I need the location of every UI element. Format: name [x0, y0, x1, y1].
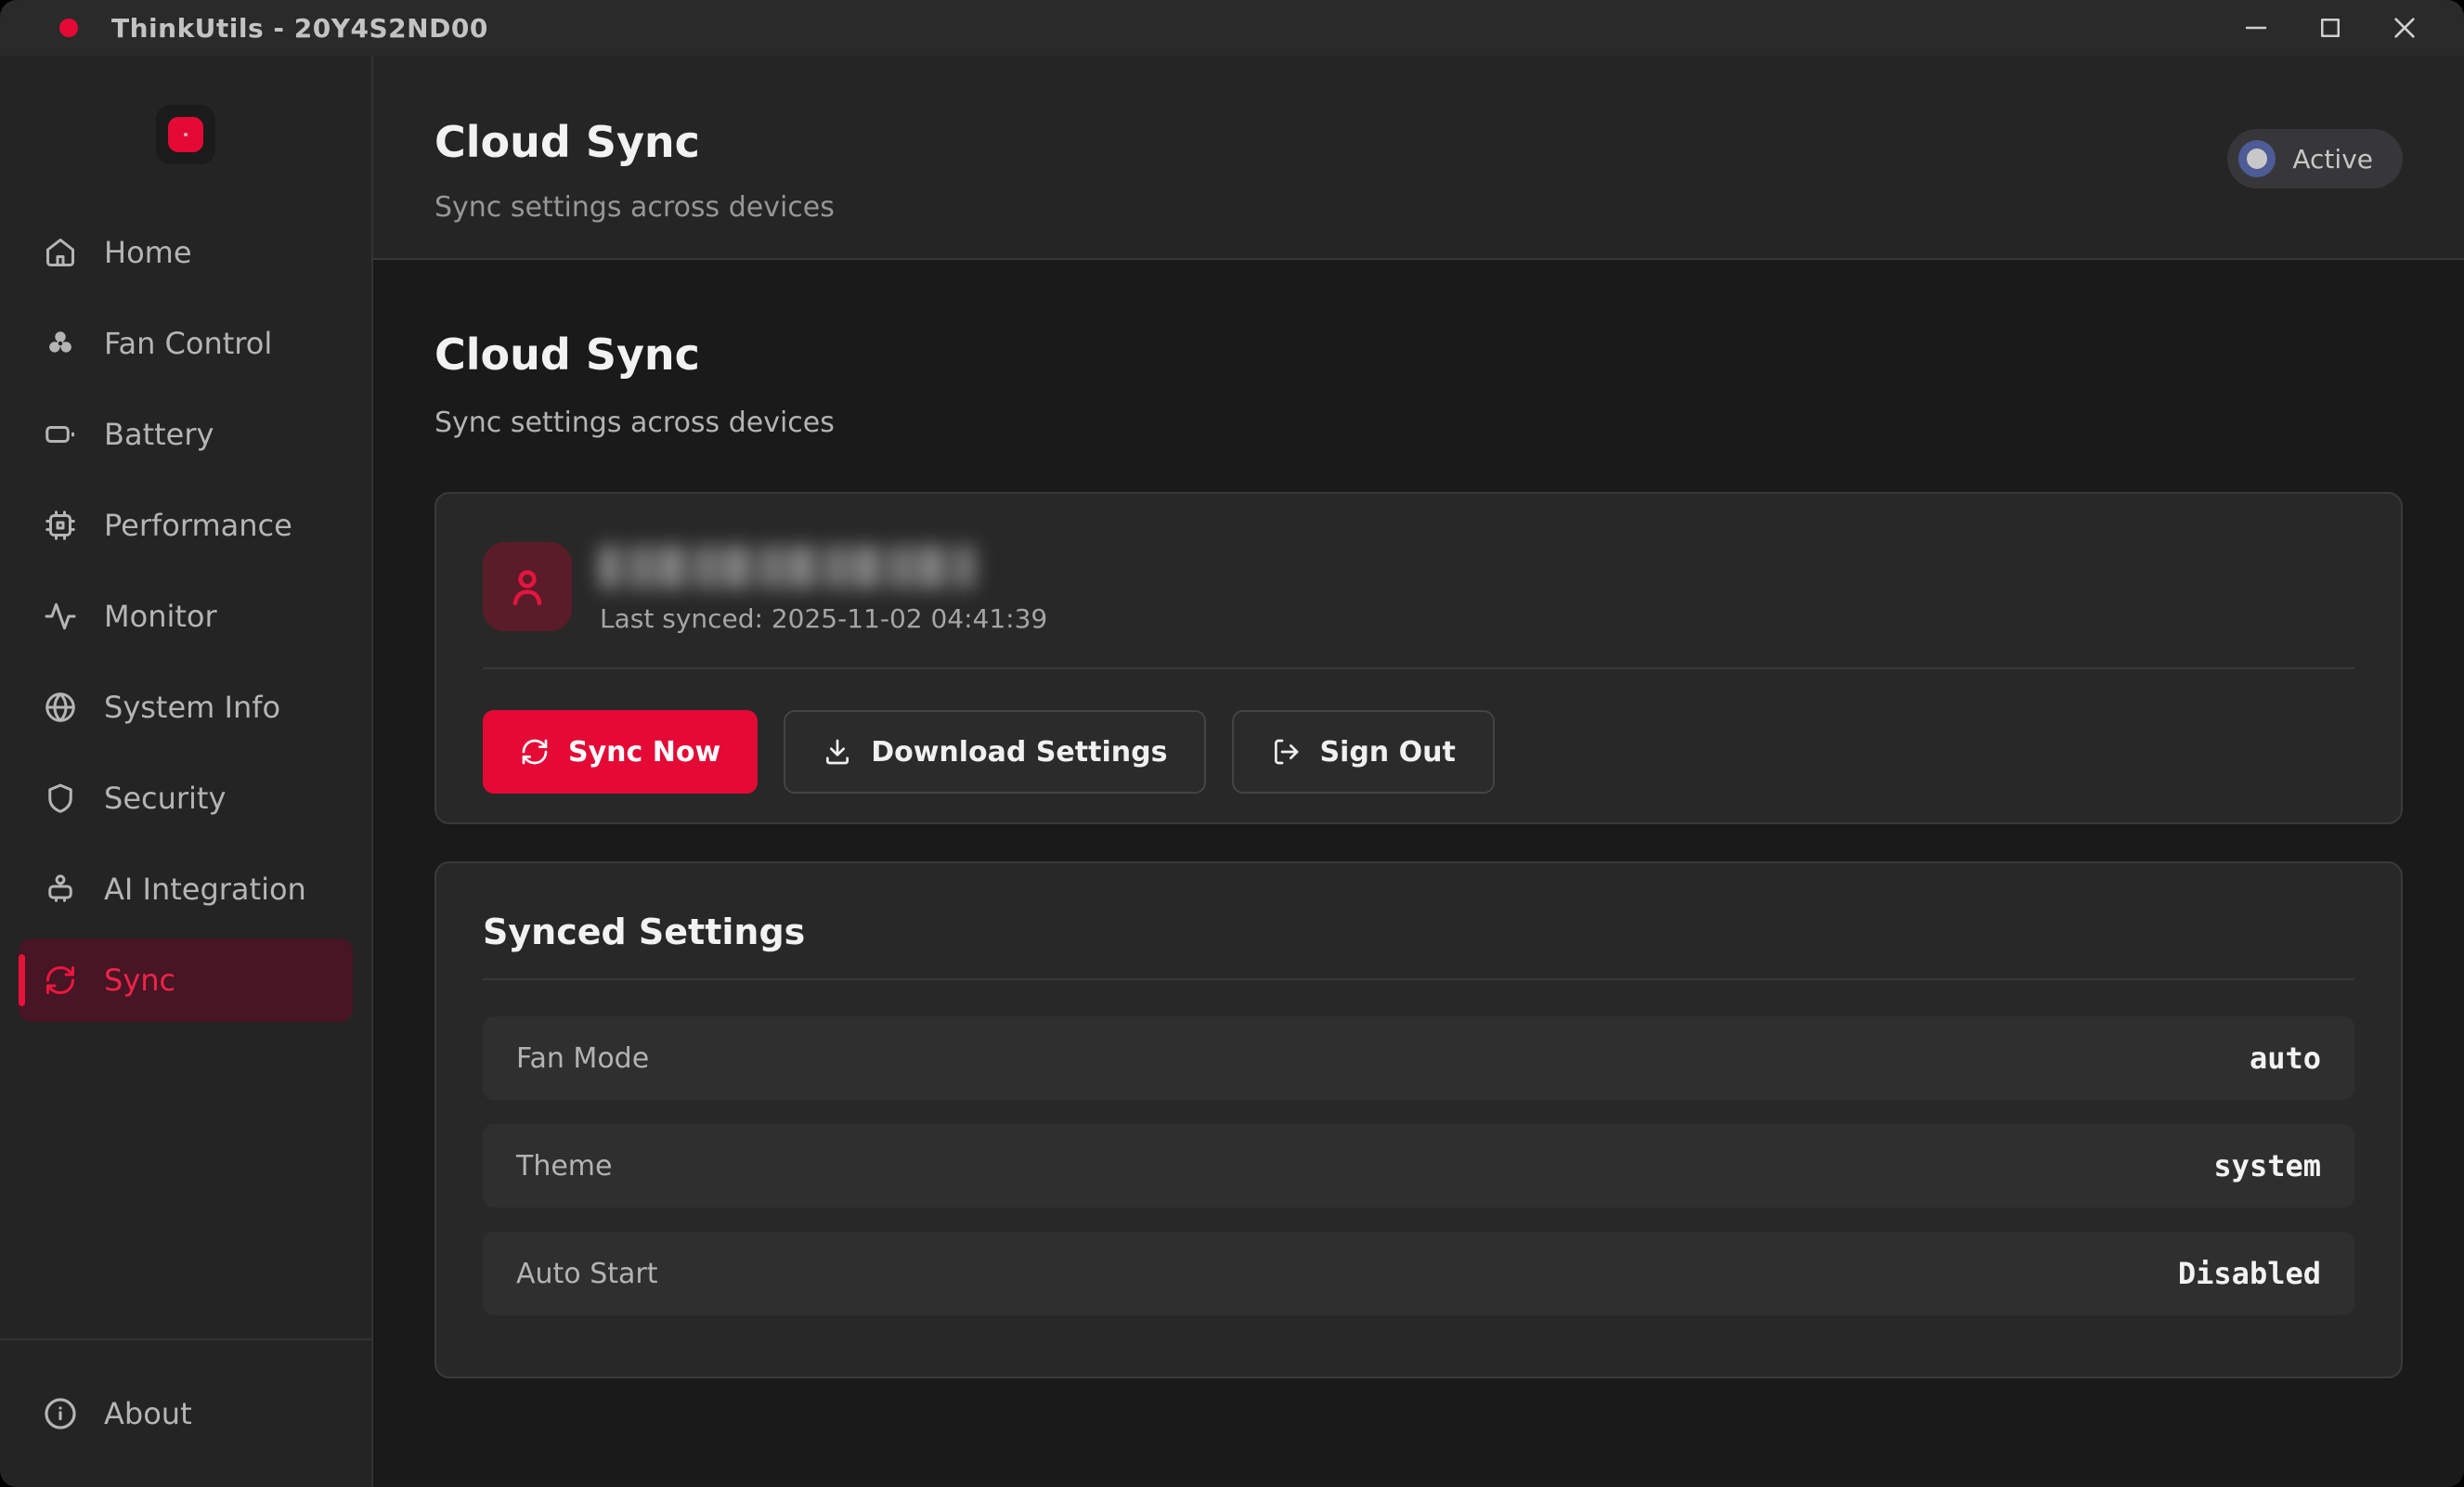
close-button[interactable]	[2367, 0, 2442, 56]
sidebar-item-about[interactable]: About	[19, 1372, 353, 1455]
minimize-icon	[2242, 14, 2270, 42]
setting-value: auto	[2250, 1041, 2321, 1076]
setting-label: Fan Mode	[516, 1042, 649, 1075]
sidebar-item-system-info[interactable]: System Info	[19, 666, 353, 749]
sidebar-item-security[interactable]: Security	[19, 756, 353, 840]
sidebar-item-label: System Info	[104, 690, 280, 725]
sidebar-item-label: Monitor	[104, 599, 217, 634]
sidebar-nav: Home Fan Control Battery Performance	[0, 211, 371, 1022]
synced-settings-title: Synced Settings	[483, 912, 2354, 952]
setting-label: Auto Start	[516, 1258, 657, 1290]
synced-settings-card: Synced Settings Fan Mode auto Theme syst…	[434, 861, 2403, 1378]
sidebar-item-label: Battery	[104, 417, 214, 452]
home-icon	[43, 235, 78, 270]
setting-row-fan-mode: Fan Mode auto	[483, 1016, 2354, 1100]
cpu-icon	[43, 508, 78, 543]
sidebar: Home Fan Control Battery Performance	[0, 56, 373, 1487]
window-controls	[2219, 0, 2464, 56]
log-out-icon	[1271, 737, 1301, 767]
download-settings-button[interactable]: Download Settings	[784, 710, 1206, 794]
sidebar-item-label: Home	[104, 235, 192, 270]
sidebar-item-label: Sync	[104, 963, 175, 998]
section-title: Cloud Sync	[434, 330, 2403, 380]
button-label: Sign Out	[1319, 736, 1455, 769]
account-card: Last synced: 2025-11-02 04:41:39 Sync No…	[434, 492, 2403, 824]
maximize-icon	[2316, 14, 2344, 42]
battery-icon	[43, 417, 78, 452]
sync-icon	[520, 737, 550, 767]
globe-icon	[43, 690, 78, 725]
section-subtitle: Sync settings across devices	[434, 407, 2403, 439]
page-header: Cloud Sync Sync settings across devices …	[373, 56, 2464, 260]
app-logo	[156, 105, 215, 164]
info-icon	[43, 1396, 78, 1431]
sync-icon	[43, 963, 78, 998]
sidebar-item-performance[interactable]: Performance	[19, 484, 353, 567]
sidebar-item-sync[interactable]: Sync	[19, 938, 353, 1022]
main-content: Cloud Sync Sync settings across devices …	[373, 262, 2464, 1487]
fan-icon	[43, 326, 78, 361]
sidebar-footer: About	[0, 1338, 371, 1487]
sync-status-badge[interactable]: Active	[2227, 129, 2403, 188]
status-badge-label: Active	[2292, 144, 2373, 175]
app-window: ThinkUtils - 20Y4S2ND00 Home	[0, 0, 2464, 1487]
setting-value: system	[2213, 1148, 2321, 1183]
setting-row-auto-start: Auto Start Disabled	[483, 1232, 2354, 1315]
page-subtitle: Sync settings across devices	[434, 191, 2464, 224]
shield-icon	[43, 781, 78, 816]
title-bar: ThinkUtils - 20Y4S2ND00	[0, 0, 2464, 58]
avatar	[483, 542, 572, 631]
divider	[483, 978, 2354, 980]
sync-now-button[interactable]: Sync Now	[483, 710, 758, 794]
download-icon	[823, 737, 852, 767]
sidebar-item-ai-integration[interactable]: AI Integration	[19, 847, 353, 931]
sidebar-item-label: About	[104, 1396, 192, 1431]
sidebar-item-home[interactable]: Home	[19, 211, 353, 294]
divider	[483, 667, 2354, 669]
minimize-button[interactable]	[2219, 0, 2293, 56]
bot-icon	[43, 872, 78, 907]
sidebar-item-battery[interactable]: Battery	[19, 393, 353, 476]
status-dot-icon	[2238, 140, 2276, 177]
sidebar-item-label: Security	[104, 781, 226, 816]
sidebar-item-label: Fan Control	[104, 326, 272, 361]
active-indicator	[19, 954, 25, 1006]
app-dot-icon	[59, 19, 78, 37]
button-label: Sync Now	[568, 736, 720, 769]
sidebar-item-label: Performance	[104, 508, 292, 543]
close-icon	[2390, 13, 2419, 43]
button-label: Download Settings	[871, 736, 1167, 769]
setting-value: Disabled	[2178, 1256, 2321, 1291]
setting-label: Theme	[516, 1150, 612, 1183]
window-title: ThinkUtils - 20Y4S2ND00	[111, 13, 488, 44]
sidebar-item-label: AI Integration	[104, 872, 306, 907]
account-email-redacted	[600, 546, 976, 588]
activity-icon	[43, 599, 78, 634]
sign-out-button[interactable]: Sign Out	[1232, 710, 1494, 794]
page-title: Cloud Sync	[434, 117, 2464, 167]
setting-row-theme: Theme system	[483, 1124, 2354, 1208]
sidebar-item-monitor[interactable]: Monitor	[19, 575, 353, 658]
last-synced-text: Last synced: 2025-11-02 04:41:39	[600, 603, 1047, 634]
user-icon	[503, 562, 551, 611]
sidebar-item-fan-control[interactable]: Fan Control	[19, 302, 353, 385]
maximize-button[interactable]	[2293, 0, 2367, 56]
